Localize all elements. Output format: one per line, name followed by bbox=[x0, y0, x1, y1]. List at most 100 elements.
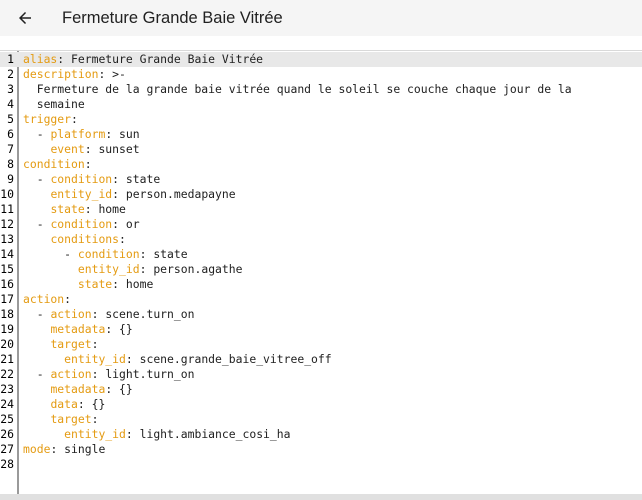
yaml-editor[interactable]: 1 alias: Fermeture Grande Baie Vitrée 2 des… bbox=[0, 50, 642, 500]
code-line[interactable]: 7 event: sunset bbox=[0, 142, 642, 157]
yaml-value: semaine bbox=[36, 97, 85, 111]
code-line[interactable]: 25 target: bbox=[0, 412, 642, 427]
code-line[interactable]: 8 condition: bbox=[0, 157, 642, 172]
code-line[interactable]: 9 - condition: state bbox=[0, 172, 642, 187]
line-content: entity_id: person.medapayne bbox=[23, 187, 235, 202]
yaml-key: metadata bbox=[50, 382, 106, 396]
yaml-key: entity_id bbox=[64, 427, 126, 441]
code-line[interactable]: 13 conditions: bbox=[0, 232, 642, 247]
yaml-value: home bbox=[125, 277, 154, 291]
code-line[interactable]: 6 - platform: sun bbox=[0, 127, 642, 142]
line-number: 27 bbox=[0, 442, 14, 456]
line-content: target: bbox=[23, 412, 98, 427]
back-button[interactable] bbox=[0, 0, 50, 36]
line-content: metadata: {} bbox=[23, 322, 132, 337]
yaml-value: scene.turn_on bbox=[105, 307, 195, 321]
yaml-key: metadata bbox=[50, 322, 106, 336]
yaml-value: {} bbox=[119, 382, 133, 396]
line-content: alias: Fermeture Grande Baie Vitrée bbox=[23, 52, 263, 67]
yaml-separator: : bbox=[91, 412, 99, 426]
bottom-scrollbar[interactable] bbox=[0, 494, 642, 500]
yaml-value: state bbox=[125, 172, 161, 186]
yaml-value: or bbox=[125, 217, 140, 231]
yaml-key: trigger bbox=[23, 112, 72, 126]
yaml-key: data bbox=[50, 397, 78, 411]
line-number: 20 bbox=[0, 337, 14, 351]
code-line[interactable]: 5 trigger: bbox=[0, 112, 642, 127]
code-line[interactable]: 2 description: >- bbox=[0, 67, 642, 82]
code-line[interactable]: 20 target: bbox=[0, 337, 642, 352]
line-number: 12 bbox=[0, 217, 14, 231]
yaml-key: condition bbox=[50, 172, 113, 186]
line-number: 6 bbox=[7, 127, 14, 141]
line-content: description: >- bbox=[23, 67, 126, 82]
line-content: - action: scene.turn_on bbox=[23, 307, 195, 322]
yaml-separator: : bbox=[98, 67, 113, 81]
line-number: 25 bbox=[0, 412, 14, 426]
yaml-value: >- bbox=[112, 67, 126, 81]
yaml-value: light.turn_on bbox=[105, 367, 195, 381]
line-number: 13 bbox=[0, 232, 14, 246]
yaml-key: action bbox=[50, 307, 92, 321]
yaml-key: description bbox=[23, 67, 99, 81]
code-line[interactable]: 3 Fermeture de la grande baie vitrée qua… bbox=[0, 82, 642, 97]
code-line[interactable]: 4 semaine bbox=[0, 97, 642, 112]
yaml-key: state bbox=[50, 202, 85, 216]
code-line[interactable]: 17 action: bbox=[0, 292, 642, 307]
code-lines[interactable]: 1 alias: Fermeture Grande Baie Vitrée 2 des… bbox=[0, 52, 642, 472]
line-content: - condition: state bbox=[23, 172, 160, 187]
code-line[interactable]: 19 metadata: {} bbox=[0, 322, 642, 337]
code-line[interactable]: 16 state: home bbox=[0, 277, 642, 292]
line-content: Fermeture de la grande baie vitrée quand… bbox=[23, 82, 572, 97]
code-line[interactable]: 23 metadata: {} bbox=[0, 382, 642, 397]
line-content: conditions: bbox=[23, 232, 126, 247]
code-line[interactable]: 15 entity_id: person.agathe bbox=[0, 262, 642, 277]
line-number: 24 bbox=[0, 397, 14, 411]
yaml-value: person.agathe bbox=[153, 262, 243, 276]
yaml-separator: : bbox=[125, 427, 140, 441]
yaml-separator: : bbox=[139, 247, 154, 261]
yaml-separator: : bbox=[105, 127, 120, 141]
code-line[interactable]: 24 data: {} bbox=[0, 397, 642, 412]
code-line[interactable]: 14 - condition: state bbox=[0, 247, 642, 262]
yaml-key: platform bbox=[50, 127, 106, 141]
line-content: entity_id: scene.grande_baie_vitree_off bbox=[23, 352, 331, 367]
code-line[interactable]: 11 state: home bbox=[0, 202, 642, 217]
code-line[interactable]: 18 - action: scene.turn_on bbox=[0, 307, 642, 322]
code-line[interactable]: 28 bbox=[0, 457, 642, 472]
yaml-separator: : bbox=[119, 232, 126, 246]
line-content: entity_id: person.agathe bbox=[23, 262, 243, 277]
yaml-key: conditions bbox=[50, 232, 120, 246]
yaml-separator: : bbox=[91, 307, 106, 321]
code-line[interactable]: 22 - action: light.turn_on bbox=[0, 367, 642, 382]
code-line[interactable]: 10 entity_id: person.medapayne bbox=[0, 187, 642, 202]
yaml-separator: : bbox=[139, 262, 154, 276]
line-number: 3 bbox=[7, 82, 14, 96]
line-content: action: bbox=[23, 292, 71, 307]
line-number: 28 bbox=[0, 457, 14, 471]
code-line[interactable]: 12 - condition: or bbox=[0, 217, 642, 232]
line-number: 22 bbox=[0, 367, 14, 381]
line-indent: - bbox=[23, 307, 51, 321]
yaml-separator: : bbox=[84, 142, 99, 156]
code-line[interactable]: 21 entity_id: scene.grande_baie_vitree_o… bbox=[0, 352, 642, 367]
code-line[interactable]: 1 alias: Fermeture Grande Baie Vitrée bbox=[0, 52, 642, 67]
yaml-separator: : bbox=[71, 112, 78, 126]
yaml-separator: : bbox=[112, 187, 126, 201]
line-content: - action: light.turn_on bbox=[23, 367, 195, 382]
yaml-separator: : bbox=[91, 367, 106, 381]
yaml-separator: : bbox=[64, 292, 72, 306]
code-line[interactable]: 27 mode: single bbox=[0, 442, 642, 457]
yaml-key: state bbox=[77, 277, 113, 291]
code-line[interactable]: 26 entity_id: light.ambiance_cosi_ha bbox=[0, 427, 642, 442]
